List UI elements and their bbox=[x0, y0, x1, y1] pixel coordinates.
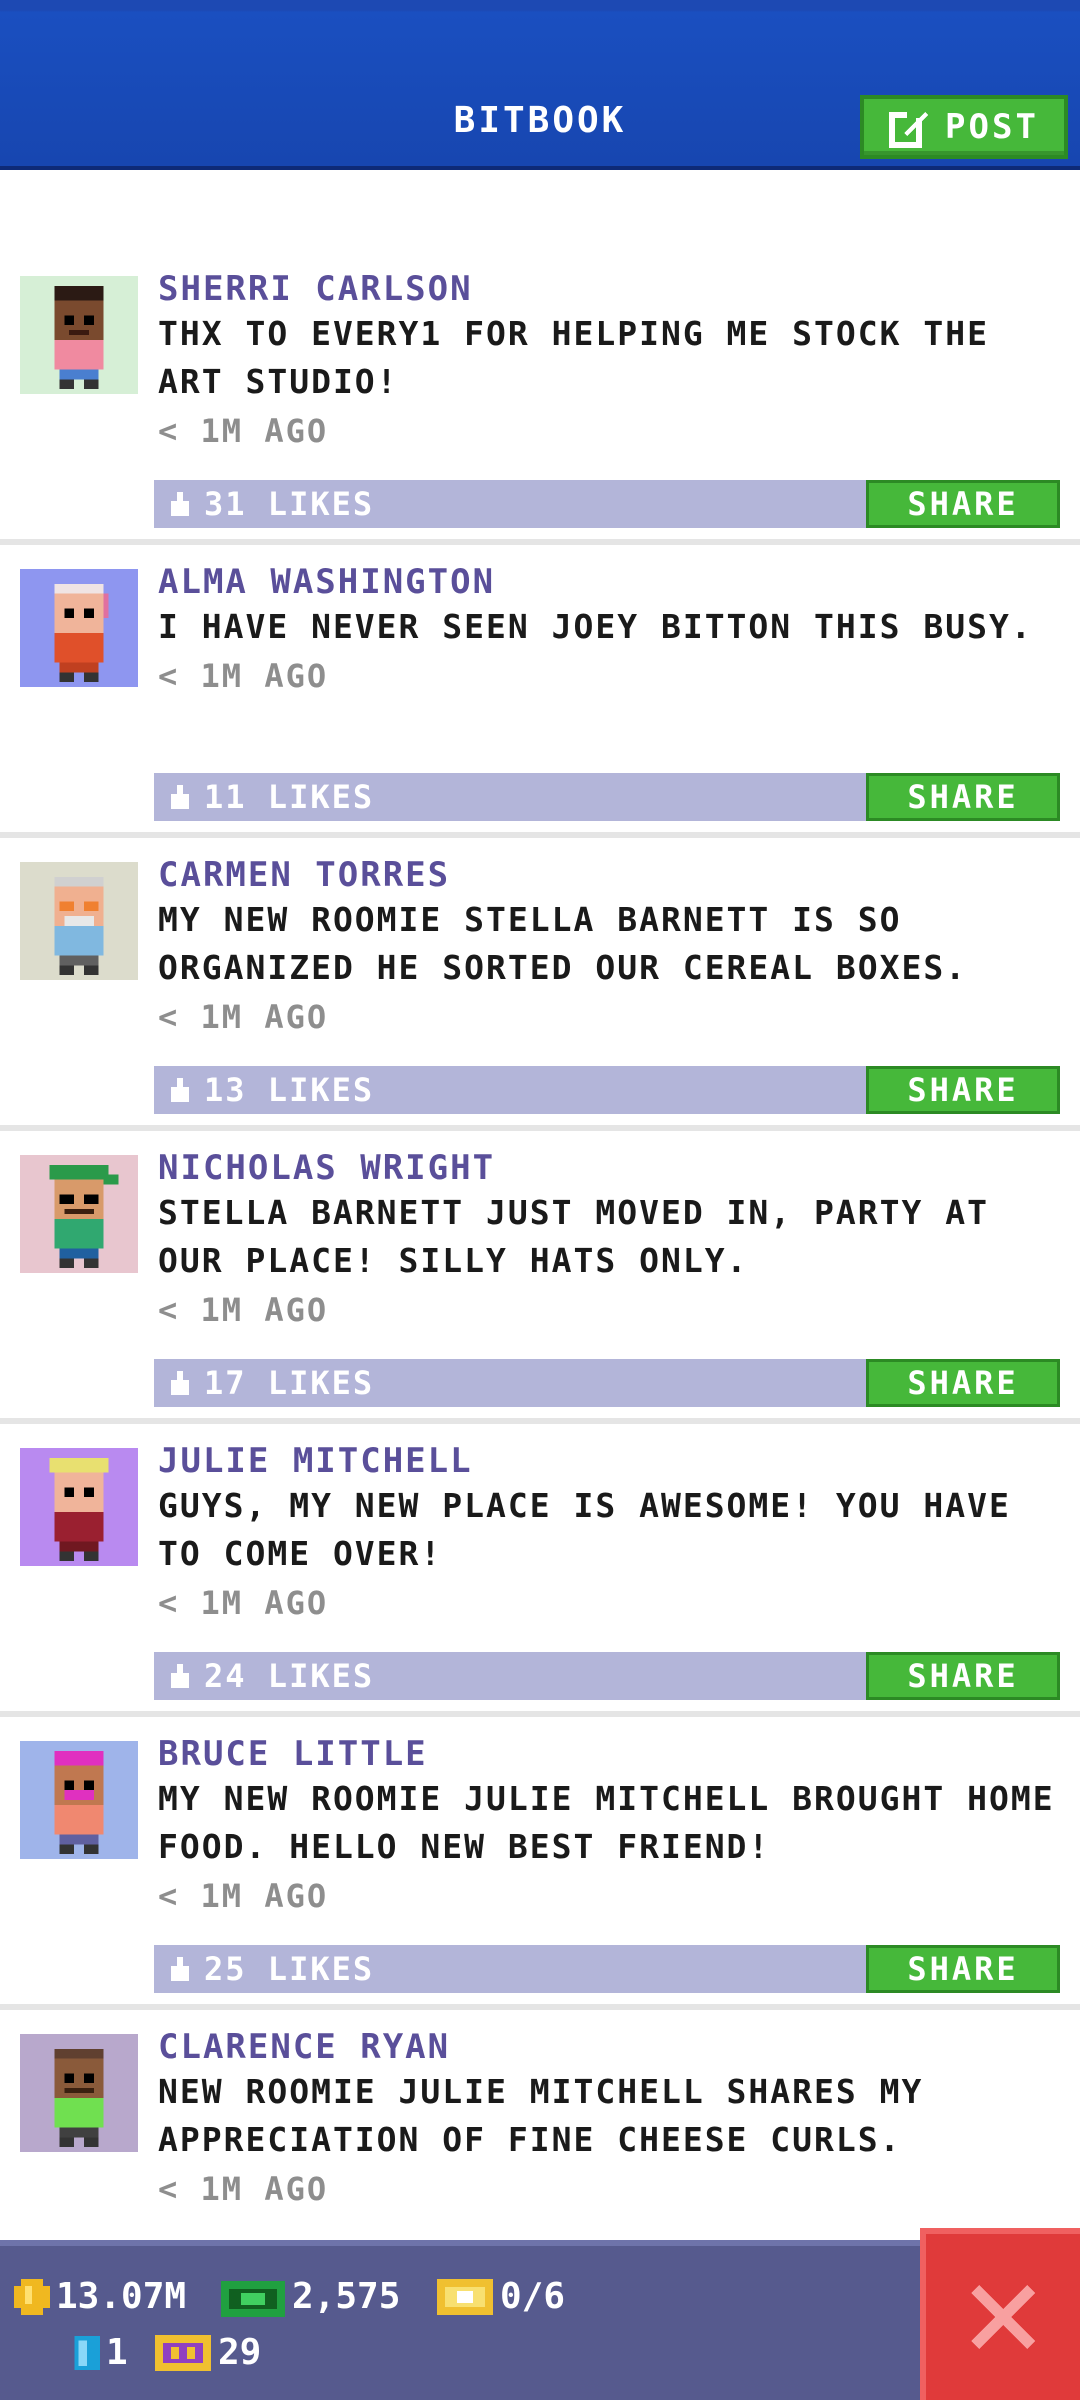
tickets-value: 0/6 bbox=[500, 2276, 566, 2317]
like-count: 13 LIKES bbox=[204, 1071, 375, 1109]
compose-icon bbox=[889, 106, 931, 148]
post-time: < 1M AGO bbox=[158, 1584, 329, 1622]
post-author[interactable]: CARMEN TORRES bbox=[158, 854, 1060, 896]
feed-post: SHERRI CARLSON THX TO EVERY1 FOR HELPING… bbox=[0, 252, 1080, 545]
post-author[interactable]: JULIE MITCHELL bbox=[158, 1440, 1060, 1482]
bux-icon bbox=[221, 2280, 285, 2317]
avatar[interactable] bbox=[20, 276, 138, 394]
like-count: 25 LIKES bbox=[204, 1950, 375, 1988]
post-author[interactable]: BRUCE LITTLE bbox=[158, 1733, 1060, 1775]
post-time: < 1M AGO bbox=[158, 2170, 329, 2208]
ticket-icon bbox=[437, 2278, 493, 2315]
avatar[interactable] bbox=[20, 862, 138, 980]
feed-post: CARMEN TORRES MY NEW ROOMIE STELLA BARNE… bbox=[0, 838, 1080, 1131]
avatar[interactable] bbox=[20, 1155, 138, 1273]
like-count: 11 LIKES bbox=[204, 778, 375, 816]
avatar[interactable] bbox=[20, 569, 138, 687]
share-button[interactable]: SHARE bbox=[866, 1945, 1060, 1993]
feed-post: BRUCE LITTLE MY NEW ROOMIE JULIE MITCHEL… bbox=[0, 1717, 1080, 2010]
post-button[interactable]: POST bbox=[860, 95, 1068, 159]
share-button[interactable]: SHARE bbox=[866, 480, 1060, 528]
post-message: NEW ROOMIE JULIE MITCHELL SHARES MY APPR… bbox=[158, 2072, 924, 2159]
avatar[interactable] bbox=[20, 1741, 138, 1859]
status-bar: 13.07M 2,575 0/6 1 29 bbox=[0, 2240, 1080, 2400]
thumbs-up-icon bbox=[171, 1664, 189, 1688]
like-count: 31 LIKES bbox=[204, 485, 375, 523]
thumbs-up-icon bbox=[171, 492, 189, 516]
like-bar[interactable]: 13 LIKES SHARE bbox=[154, 1066, 1060, 1114]
post-time: < 1M AGO bbox=[158, 1877, 329, 1915]
app-header: BITBOOK POST bbox=[0, 0, 1080, 170]
post-message: I HAVE NEVER SEEN JOEY BITTON THIS BUSY. bbox=[158, 607, 1033, 646]
share-button[interactable]: SHARE bbox=[866, 1652, 1060, 1700]
share-button[interactable]: SHARE bbox=[866, 1359, 1060, 1407]
post-message: STELLA BARNETT JUST MOVED IN, PARTY AT O… bbox=[158, 1193, 989, 1280]
post-label: POST bbox=[945, 107, 1039, 147]
like-bar[interactable]: 31 LIKES SHARE bbox=[154, 480, 1060, 528]
close-button[interactable] bbox=[920, 2228, 1080, 2400]
post-message: MY NEW ROOMIE JULIE MITCHELL BROUGHT HOM… bbox=[158, 1779, 1055, 1866]
bux-stat: 2,575 bbox=[220, 2276, 400, 2317]
feed-post: ALMA WASHINGTON I HAVE NEVER SEEN JOEY B… bbox=[0, 545, 1080, 838]
feed-post: JULIE MITCHELL GUYS, MY NEW PLACE IS AWE… bbox=[0, 1424, 1080, 1717]
coins-stat: 13.07M bbox=[14, 2276, 186, 2317]
post-author[interactable]: SHERRI CARLSON bbox=[158, 268, 1060, 310]
share-button[interactable]: SHARE bbox=[866, 773, 1060, 821]
bux-value: 2,575 bbox=[292, 2276, 401, 2317]
post-author[interactable]: NICHOLAS WRIGHT bbox=[158, 1147, 1060, 1189]
coin-icon bbox=[14, 2278, 50, 2315]
post-message: MY NEW ROOMIE STELLA BARNETT IS SO ORGAN… bbox=[158, 900, 968, 987]
post-time: < 1M AGO bbox=[158, 998, 329, 1036]
thumbs-up-icon bbox=[171, 1078, 189, 1102]
like-count: 17 LIKES bbox=[204, 1364, 375, 1402]
like-bar[interactable]: 25 LIKES SHARE bbox=[154, 1945, 1060, 1993]
vip-stat: 29 bbox=[154, 2332, 261, 2373]
avatar[interactable] bbox=[20, 1448, 138, 1566]
post-author[interactable]: CLARENCE RYAN bbox=[158, 2026, 1060, 2068]
post-author[interactable]: ALMA WASHINGTON bbox=[158, 561, 1060, 603]
share-button[interactable]: SHARE bbox=[866, 1066, 1060, 1114]
like-bar[interactable]: 11 LIKES SHARE bbox=[154, 773, 1060, 821]
post-time: < 1M AGO bbox=[158, 657, 329, 695]
post-time: < 1M AGO bbox=[158, 412, 329, 450]
elevator-icon bbox=[74, 2335, 100, 2370]
like-count: 24 LIKES bbox=[204, 1657, 375, 1695]
news-feed[interactable]: SHERRI CARLSON THX TO EVERY1 FOR HELPING… bbox=[0, 252, 1080, 2303]
vip-value: 29 bbox=[218, 2332, 262, 2373]
thumbs-up-icon bbox=[171, 1371, 189, 1395]
post-message: GUYS, MY NEW PLACE IS AWESOME! YOU HAVE … bbox=[158, 1486, 1011, 1573]
vip-icon bbox=[155, 2334, 211, 2371]
thumbs-up-icon bbox=[171, 785, 189, 809]
level-items-stat: 1 bbox=[74, 2332, 128, 2373]
level-items-value: 1 bbox=[106, 2332, 128, 2373]
coins-value: 13.07M bbox=[56, 2276, 187, 2317]
like-bar[interactable]: 24 LIKES SHARE bbox=[154, 1652, 1060, 1700]
avatar[interactable] bbox=[20, 2034, 138, 2152]
close-icon bbox=[971, 2285, 1035, 2349]
thumbs-up-icon bbox=[171, 1957, 189, 1981]
feed-post: NICHOLAS WRIGHT STELLA BARNETT JUST MOVE… bbox=[0, 1131, 1080, 1424]
tickets-stat: 0/6 bbox=[436, 2276, 565, 2317]
post-message: THX TO EVERY1 FOR HELPING ME STOCK THE A… bbox=[158, 314, 989, 401]
like-bar[interactable]: 17 LIKES SHARE bbox=[154, 1359, 1060, 1407]
post-time: < 1M AGO bbox=[158, 1291, 329, 1329]
